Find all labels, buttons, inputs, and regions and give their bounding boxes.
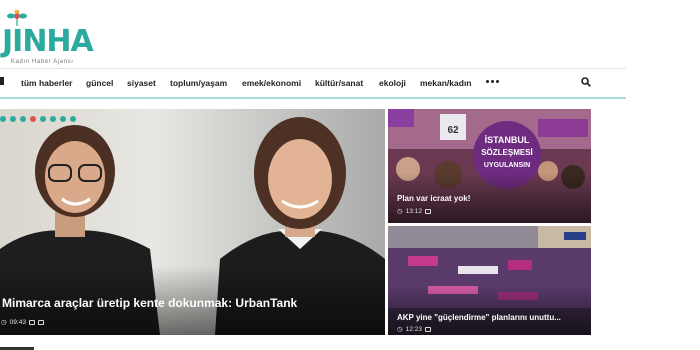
card-meta: ◷ 13:12	[397, 207, 431, 215]
nav-item-mekan-kadin[interactable]: mekan/kadın	[420, 78, 472, 88]
camera-icon	[424, 208, 431, 214]
home-icon[interactable]	[0, 77, 4, 85]
more-icon[interactable]	[486, 80, 499, 83]
slider-dot[interactable]	[10, 116, 16, 122]
sign-text-1: İSTANBUL	[485, 135, 530, 145]
sign-text-2: SÖZLEŞMESİ	[481, 148, 533, 157]
hero-title[interactable]: Mimarca araçlar üretip kente dokunmak: U…	[2, 296, 297, 310]
slider-dot[interactable]	[60, 116, 66, 122]
camera-icon	[28, 319, 35, 325]
card-meta: ◷ 12:23	[397, 325, 431, 333]
clock-icon: ◷	[397, 326, 403, 333]
slider-dot[interactable]	[0, 116, 6, 122]
camera-icon	[424, 326, 431, 332]
nav-item-guncel[interactable]: güncel	[86, 78, 113, 88]
news-card[interactable]: İSTANBUL SÖZLEŞMESİ UYGULANSIN 62 Plan v…	[388, 109, 591, 223]
card-title[interactable]: Plan var icraat yok!	[397, 194, 470, 203]
sign-text-3: UYGULANSIN	[484, 162, 530, 169]
nav-item-tum-haberler[interactable]: tüm haberler	[21, 78, 73, 88]
search-icon[interactable]	[581, 77, 591, 87]
video-icon	[37, 319, 44, 325]
card-time: 13:12	[405, 207, 422, 215]
nav-item-emek-ekonomi[interactable]: emek/ekonomi	[242, 78, 301, 88]
slider-dot-active[interactable]	[30, 116, 36, 122]
nav-item-kultur-sanat[interactable]: kültür/sanat	[315, 78, 363, 88]
slider-dot[interactable]	[20, 116, 26, 122]
hero-meta: ◷ 09:43	[1, 318, 44, 326]
clock-icon: ◷	[397, 208, 403, 215]
main-nav: tüm haberler güncel siyaset toplum/yaşam…	[0, 68, 626, 99]
news-card[interactable]: AKP yine "güçlendirme" planlarını unuttu…	[388, 226, 591, 335]
nav-item-ekoloji[interactable]: ekoloji	[379, 78, 406, 88]
hero-slide[interactable]: Mimarca araçlar üretip kente dokunmak: U…	[0, 109, 385, 335]
hero-time: 09:43	[9, 318, 26, 326]
card-title[interactable]: AKP yine "güçlendirme" planlarını unuttu…	[397, 313, 561, 322]
slider-dot[interactable]	[50, 116, 56, 122]
slider-dots	[0, 116, 76, 122]
logo-wordmark: JINHA	[2, 24, 94, 59]
clock-icon: ◷	[1, 319, 7, 326]
slider-dot[interactable]	[70, 116, 76, 122]
site-logo[interactable]: JINHA Kadın Haber Ajansı	[2, 10, 94, 66]
card-time: 12:23	[405, 325, 422, 333]
nav-item-toplum-yasam[interactable]: toplum/yaşam	[170, 78, 227, 88]
slider-dot[interactable]	[40, 116, 46, 122]
nav-item-siyaset[interactable]: siyaset	[127, 78, 156, 88]
sign-text-4: 62	[447, 125, 459, 136]
logo-tagline: Kadın Haber Ajansı	[11, 59, 74, 65]
